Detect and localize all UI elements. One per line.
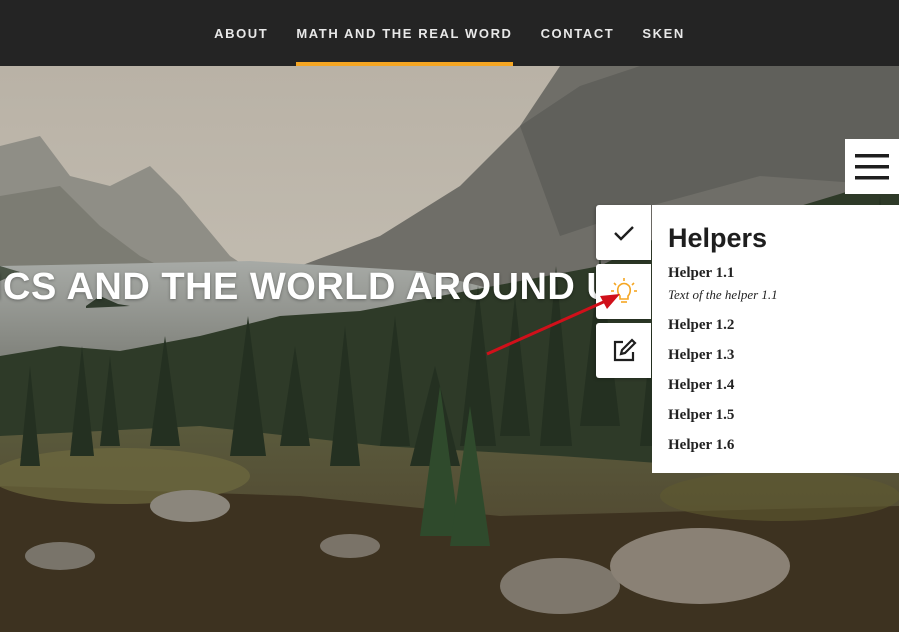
page-bottom-strip: [0, 632, 899, 643]
nav-item-math-and-the-real-word[interactable]: MATH AND THE REAL WORD: [282, 0, 526, 66]
helper-1-1-text: Text of the helper 1.1: [668, 287, 778, 302]
helpers-panel: Helpers Helper 1.1 Text of the helper 1.…: [652, 205, 899, 473]
hamburger-icon: [855, 153, 889, 179]
helper-item-1-2[interactable]: Helper 1.2: [668, 317, 734, 334]
hero-title: ICS AND THE WORLD AROUND U: [0, 266, 615, 308]
helper-item-1-6[interactable]: Helper 1.6: [668, 437, 734, 454]
helpers-title: Helpers: [668, 223, 768, 253]
helper-item-1-5[interactable]: Helper 1.5: [668, 407, 734, 424]
top-nav: ABOUT MATH AND THE REAL WORD CONTACT SKE…: [0, 0, 899, 66]
helper-item-1-1[interactable]: Helper 1.1: [668, 265, 734, 282]
edit-icon: [613, 337, 637, 361]
helper-item-1-4[interactable]: Helper 1.4: [668, 377, 734, 394]
helper-item-1-3[interactable]: Helper 1.3: [668, 347, 734, 364]
helpers-button[interactable]: [596, 264, 651, 319]
edit-button[interactable]: [596, 323, 651, 378]
nav-item-sken[interactable]: SKEN: [628, 0, 699, 66]
check-icon: [613, 225, 634, 241]
check-button[interactable]: [596, 205, 651, 260]
lightbulb-icon: [610, 277, 637, 303]
menu-button[interactable]: [845, 139, 899, 194]
nav-item-contact[interactable]: CONTACT: [527, 0, 629, 66]
nav-item-about[interactable]: ABOUT: [200, 0, 282, 66]
